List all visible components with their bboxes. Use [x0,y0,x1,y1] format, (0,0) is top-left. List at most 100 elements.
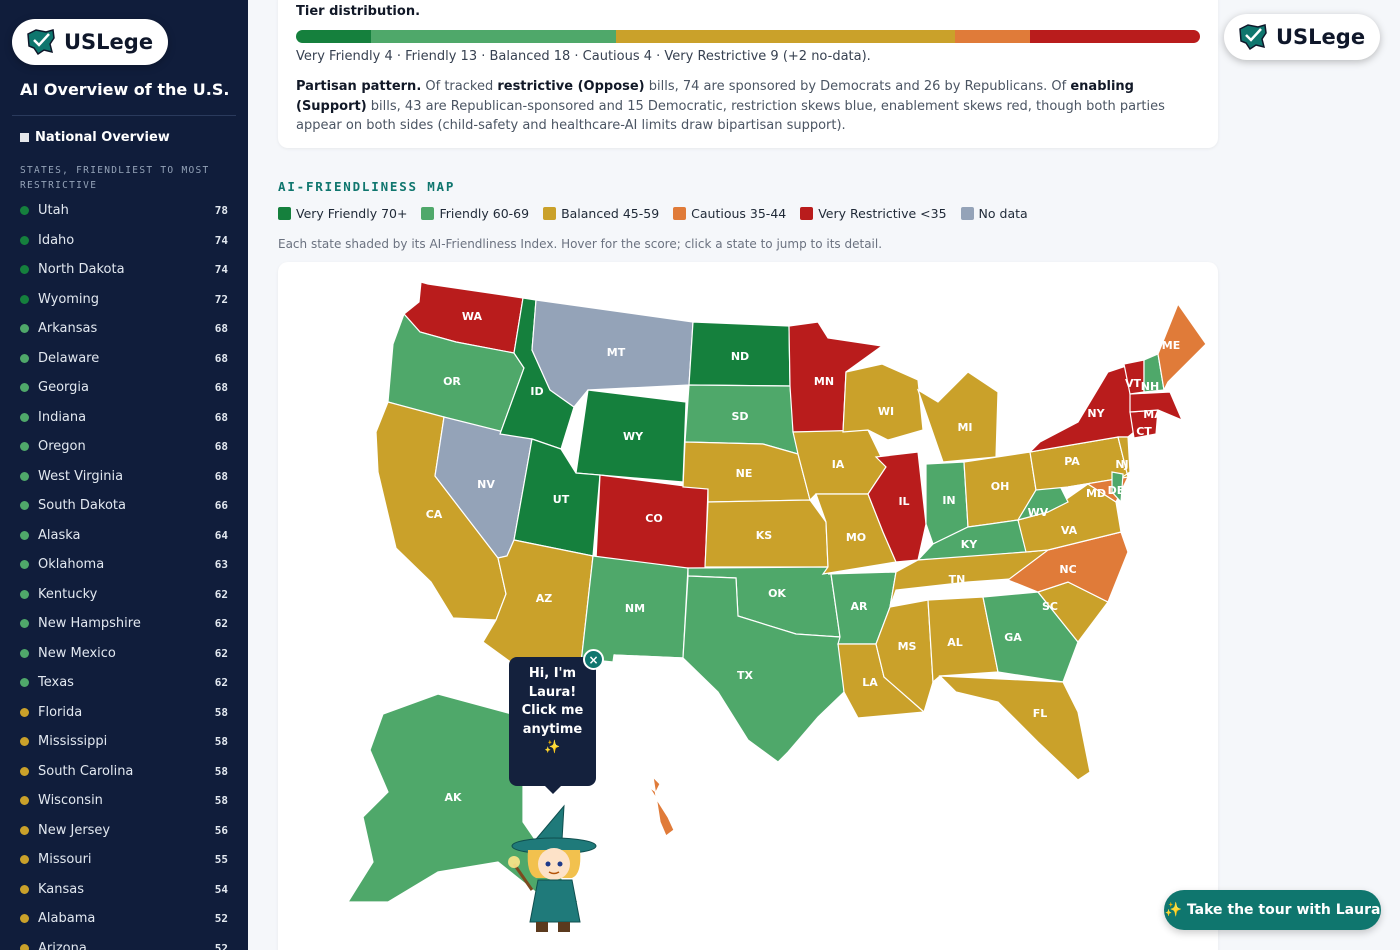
state-label-or: OR [443,375,461,388]
state-label-de: DE [1108,484,1125,497]
state-label-ar: AR [851,600,869,613]
state-score: 63 [214,558,228,572]
partisan-bold-restrictive: restrictive (Oppose) [497,79,645,94]
tier-dot-icon [20,294,29,304]
sidebar-item-idaho[interactable]: Idaho 74 [0,226,248,256]
sidebar-item-arizona[interactable]: Arizona 52 [0,934,248,950]
state-mi[interactable] [916,371,999,463]
state-score: 68 [214,440,228,454]
state-label-nm: NM [625,602,645,615]
legend-item-balanced: Balanced 45-59 [543,206,659,221]
partisan-text-2: bills, 74 are sponsored by Democrats and… [644,79,1071,94]
sidebar-item-missouri[interactable]: Missouri 55 [0,845,248,875]
sidebar-item-new-jersey[interactable]: New Jersey 56 [0,816,248,846]
tier-distribution-caption: Very Friendly 4 · Friendly 13 · Balanced… [296,49,871,64]
sidebar-item-south-carolina[interactable]: South Carolina 58 [0,757,248,787]
sidebar-item-georgia[interactable]: Georgia 68 [0,373,248,403]
sidebar-item-texas[interactable]: Texas 62 [0,668,248,698]
state-name: New Hampshire [38,616,141,632]
state-name: West Virginia [38,468,124,484]
tier-dot-icon [20,855,29,865]
tier-segment-balanced [616,30,956,43]
state-label-co: CO [645,512,662,525]
state-score: 58 [214,735,228,749]
legend-item-no-data: No data [960,206,1028,221]
sidebar-item-new-hampshire[interactable]: New Hampshire 62 [0,609,248,639]
state-label-vt: VT [1125,377,1142,390]
state-score: 55 [214,853,228,867]
sidebar-item-kansas[interactable]: Kansas 54 [0,875,248,905]
sidebar-item-alabama[interactable]: Alabama 52 [0,904,248,934]
state-wi[interactable] [842,363,924,441]
sidebar-item-indiana[interactable]: Indiana 68 [0,403,248,433]
state-label-wa: WA [462,310,483,323]
close-bubble-button[interactable]: × [583,649,604,670]
legend-swatch [421,207,435,220]
sidebar-item-delaware[interactable]: Delaware 68 [0,344,248,374]
state-label-wy: WY [623,430,644,443]
state-label-al: AL [947,636,963,649]
state-list: Utah 78 Idaho 74 North Dakota 74 Wyoming 72 Arka… [0,196,248,950]
sidebar-item-arkansas[interactable]: Arkansas 68 [0,314,248,344]
tier-dot-icon [20,589,29,599]
sidebar-item-oklahoma[interactable]: Oklahoma 63 [0,550,248,580]
sidebar-item-south-dakota[interactable]: South Dakota 66 [0,491,248,521]
tier-dot-icon [20,619,29,629]
state-label-wi: WI [878,405,894,418]
legend-swatch [800,207,814,220]
assistant-speech-bubble[interactable]: Hi, I'm Laura! Click me anytime ✨ [509,657,596,794]
sidebar-title: AI Overview of the U.S. [20,80,230,99]
state-hi[interactable] [648,775,675,837]
state-label-mo: MO [846,531,866,544]
state-name: Kentucky [38,586,98,602]
state-label-va: VA [1061,524,1078,537]
wizard-mascot-icon[interactable] [502,804,606,938]
state-name: Indiana [38,409,87,425]
national-overview-label: National Overview [35,130,170,145]
state-name: Wyoming [38,291,100,307]
legend-item-very-friendly: Very Friendly 70+ [278,206,407,221]
take-tour-button[interactable]: ✨ Take the tour with Laura [1164,890,1381,930]
sidebar-item-wisconsin[interactable]: Wisconsin 58 [0,786,248,816]
sidebar-item-alaska[interactable]: Alaska 64 [0,521,248,551]
tier-dot-icon [20,471,29,481]
sidebar-item-north-dakota[interactable]: North Dakota 74 [0,255,248,285]
legend-swatch [673,207,687,220]
state-score: 54 [214,882,228,896]
sidebar-item-wyoming[interactable]: Wyoming 72 [0,285,248,315]
state-label-az: AZ [536,592,553,605]
tier-dot-icon [20,678,29,688]
tier-dot-icon [20,442,29,452]
state-label-oh: OH [991,480,1010,493]
legend-swatch [543,207,557,220]
tier-dot-icon [20,737,29,747]
sidebar-item-oregon[interactable]: Oregon 68 [0,432,248,462]
state-name: Missouri [38,852,92,868]
corner-brand-logo[interactable]: USLege [1224,14,1380,60]
state-name: Georgia [38,380,89,396]
sidebar-item-new-mexico[interactable]: New Mexico 62 [0,639,248,669]
tier-dot-icon [20,943,29,950]
sidebar-item-national-overview[interactable]: National Overview [20,130,170,145]
legend-label: Balanced 45-59 [561,206,660,221]
tier-dot-icon [20,707,29,717]
tier-dot-icon [20,884,29,894]
sidebar-item-kentucky[interactable]: Kentucky 62 [0,580,248,610]
legend-item-very-restrictive: Very Restrictive <35 [800,206,947,221]
state-label-id: ID [530,385,543,398]
state-score: 64 [214,528,228,542]
sidebar-item-florida[interactable]: Florida 58 [0,698,248,728]
sidebar-item-mississippi[interactable]: Mississippi 58 [0,727,248,757]
sidebar-item-west-virginia[interactable]: West Virginia 68 [0,462,248,492]
tier-distribution-bar [296,30,1200,43]
sidebar-item-utah[interactable]: Utah 78 [0,196,248,226]
partisan-lead: Partisan pattern. [296,79,422,94]
state-label-tx: TX [737,669,754,682]
state-label-ia: IA [832,458,845,471]
brand-logo[interactable]: USLege [12,19,168,65]
state-score: 62 [214,646,228,660]
state-name: South Dakota [38,498,126,514]
state-fl[interactable] [938,675,1091,781]
tier-dot-icon [20,383,29,393]
tier-dot-icon [20,501,29,511]
